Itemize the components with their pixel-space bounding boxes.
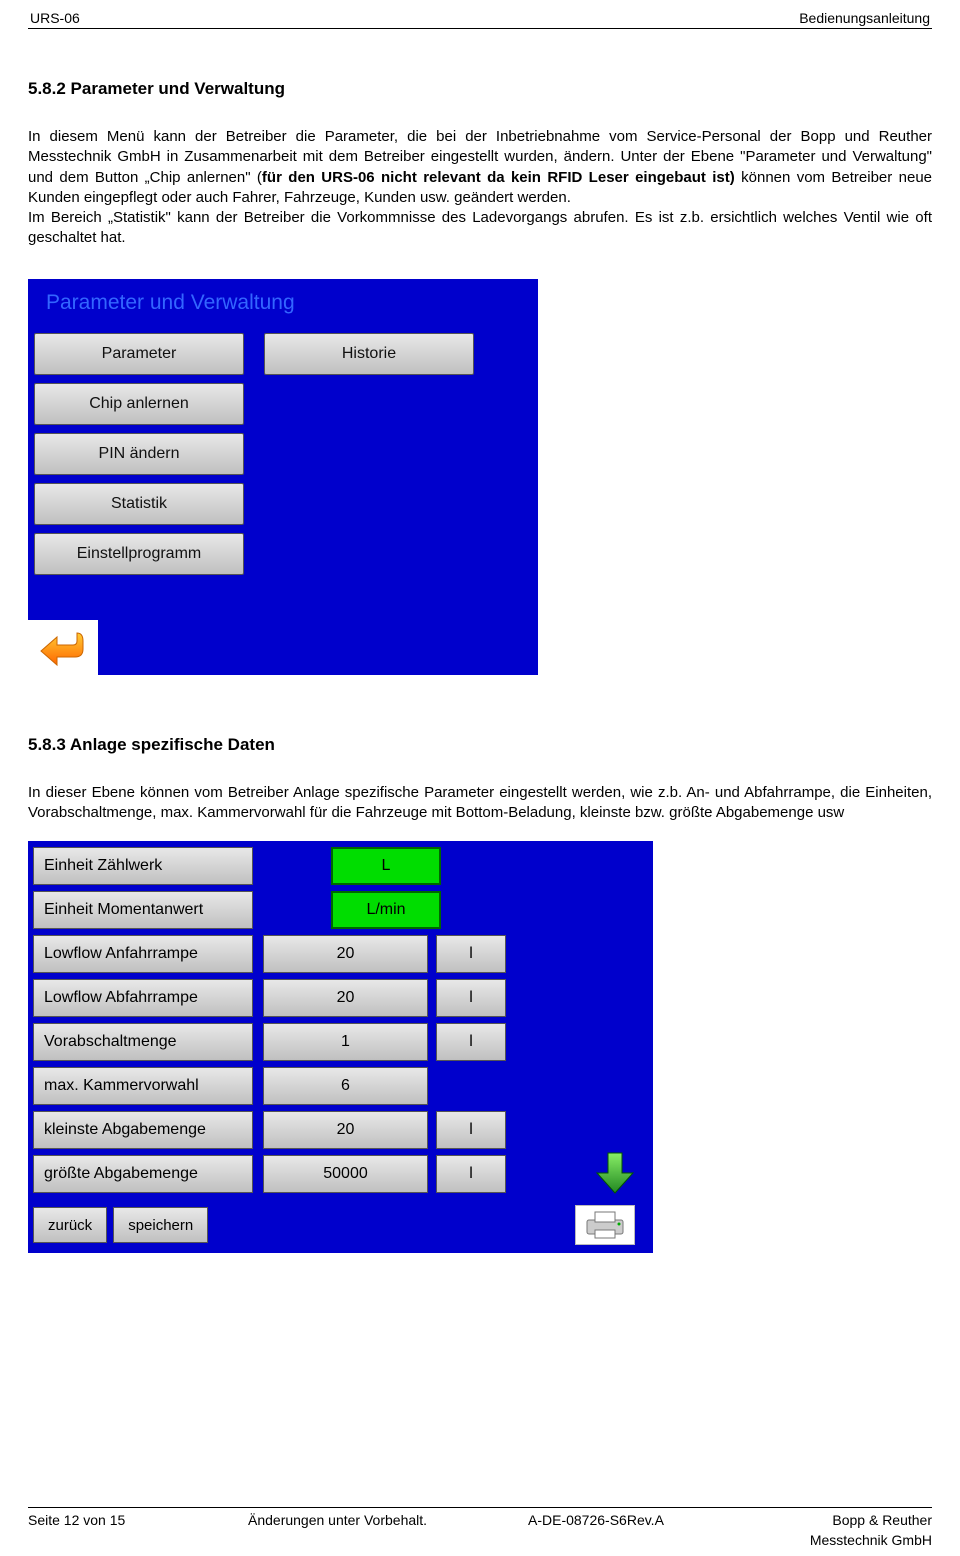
para-bold-1: für den URS-06 nicht relevant da kein RF… (262, 169, 735, 186)
unit-vorabschaltmenge: l (436, 1023, 506, 1061)
row-lowflow-abfahrrampe: Lowflow Abfahrrampe 20 l (33, 979, 653, 1017)
label-vorabschaltmenge: Vorabschaltmenge (33, 1023, 253, 1061)
row-vorabschaltmenge: Vorabschaltmenge 1 l (33, 1023, 653, 1061)
label-groesste-abgabemenge: größte Abgabemenge (33, 1155, 253, 1193)
footer-company-1: Bopp & Reuther (778, 1512, 932, 1528)
back-button[interactable] (28, 620, 98, 675)
screenshot-parameter-verwaltung: Parameter und Verwaltung Parameter Histo… (28, 279, 538, 675)
value-einheit-zaehlwerk[interactable]: L (331, 847, 441, 885)
footer-revision: A-DE-08726-S6Rev.A (528, 1512, 778, 1528)
footer-page-number: Seite 12 von 15 (28, 1512, 248, 1528)
value-lowflow-abfahrrampe[interactable]: 20 (263, 979, 428, 1017)
label-kleinste-abgabemenge: kleinste Abgabemenge (33, 1111, 253, 1149)
unit-kleinste-abgabemenge: l (436, 1111, 506, 1149)
speichern-button[interactable]: speichern (113, 1207, 208, 1243)
einstellprogramm-button[interactable]: Einstellprogramm (34, 533, 244, 575)
label-max-kammervorwahl: max. Kammervorwahl (33, 1067, 253, 1105)
row-lowflow-anfahrrampe: Lowflow Anfahrrampe 20 l (33, 935, 653, 973)
arrow-down-icon (595, 1151, 635, 1195)
chip-anlernen-button[interactable]: Chip anlernen (34, 383, 244, 425)
unit-lowflow-anfahrrampe: l (436, 935, 506, 973)
unit-lowflow-abfahrrampe: l (436, 979, 506, 1017)
row-max-kammervorwahl: max. Kammervorwahl 6 (33, 1067, 653, 1105)
value-einheit-momentanwert[interactable]: L/min (331, 891, 441, 929)
row-groesste-abgabemenge: größte Abgabemenge 50000 l (33, 1155, 653, 1193)
header-right: Bedienungsanleitung (799, 10, 930, 26)
row-einheit-momentanwert: Einheit Momentanwert L/min (33, 891, 653, 929)
value-vorabschaltmenge[interactable]: 1 (263, 1023, 428, 1061)
screenshot-anlage-daten: Einheit Zählwerk L Einheit Momentanwert … (28, 841, 653, 1253)
back-arrow-icon (39, 627, 87, 667)
footer-company-2: Messtechnik GmbH (778, 1532, 932, 1548)
zurueck-button[interactable]: zurück (33, 1207, 107, 1243)
value-kleinste-abgabemenge[interactable]: 20 (263, 1111, 428, 1149)
historie-button[interactable]: Historie (264, 333, 474, 375)
pin-aendern-button[interactable]: PIN ändern (34, 433, 244, 475)
section-heading-2: 5.8.3 Anlage spezifische Daten (28, 735, 932, 755)
section-heading-1: 5.8.2 Parameter und Verwaltung (28, 79, 932, 99)
section1-paragraph-1: In diesem Menü kann der Betreiber die Pa… (28, 127, 932, 249)
scroll-down-button[interactable] (595, 1151, 635, 1198)
value-groesste-abgabemenge[interactable]: 50000 (263, 1155, 428, 1193)
row-einheit-zaehlwerk: Einheit Zählwerk L (33, 847, 653, 885)
row-kleinste-abgabemenge: kleinste Abgabemenge 20 l (33, 1111, 653, 1149)
section2-paragraph: In dieser Ebene können vom Betreiber Anl… (28, 783, 932, 824)
footer-change-notice: Änderungen unter Vorbehalt. (248, 1512, 528, 1528)
unit-groesste-abgabemenge: l (436, 1155, 506, 1193)
label-einheit-zaehlwerk: Einheit Zählwerk (33, 847, 253, 885)
printer-icon (583, 1210, 627, 1240)
screen1-title: Parameter und Verwaltung (28, 279, 538, 333)
label-lowflow-anfahrrampe: Lowflow Anfahrrampe (33, 935, 253, 973)
parameter-button[interactable]: Parameter (34, 333, 244, 375)
label-lowflow-abfahrrampe: Lowflow Abfahrrampe (33, 979, 253, 1017)
para-text-3: Im Bereich „Statistik" kann der Betreibe… (28, 209, 932, 246)
value-lowflow-anfahrrampe[interactable]: 20 (263, 935, 428, 973)
label-einheit-momentanwert: Einheit Momentanwert (33, 891, 253, 929)
header-left: URS-06 (30, 10, 80, 26)
value-max-kammervorwahl[interactable]: 6 (263, 1067, 428, 1105)
statistik-button[interactable]: Statistik (34, 483, 244, 525)
print-button[interactable] (575, 1205, 635, 1245)
